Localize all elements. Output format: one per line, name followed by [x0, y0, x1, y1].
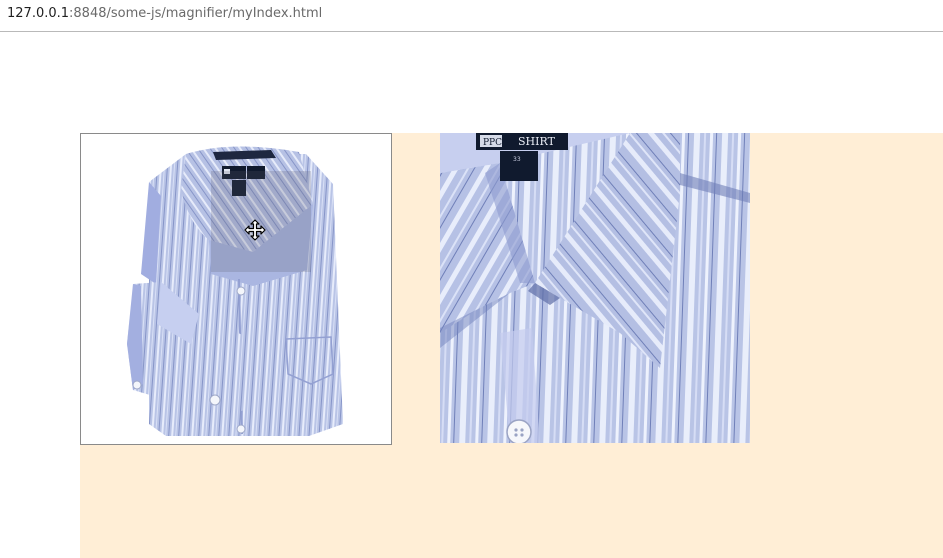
url-host: 127.0.0.1: [7, 6, 70, 21]
url-text[interactable]: 127.0.0.1:8848/some-js/magnifier/myIndex…: [7, 6, 322, 21]
move-cursor-icon: [244, 219, 266, 241]
url-path: :8848/some-js/magnifier/myIndex.html: [69, 6, 323, 21]
label-shirt-text: SHIRT: [518, 135, 556, 148]
preview-image-box[interactable]: [80, 133, 392, 445]
label-size-text: 33: [513, 156, 521, 163]
shirt-zoomed-image: PPC SHIRT 33: [440, 133, 750, 443]
browser-address-bar[interactable]: 127.0.0.1:8848/some-js/magnifier/myIndex…: [0, 0, 943, 32]
label-brand-text: PPC: [483, 138, 502, 148]
magnified-image-box: PPC SHIRT 33: [440, 133, 750, 443]
